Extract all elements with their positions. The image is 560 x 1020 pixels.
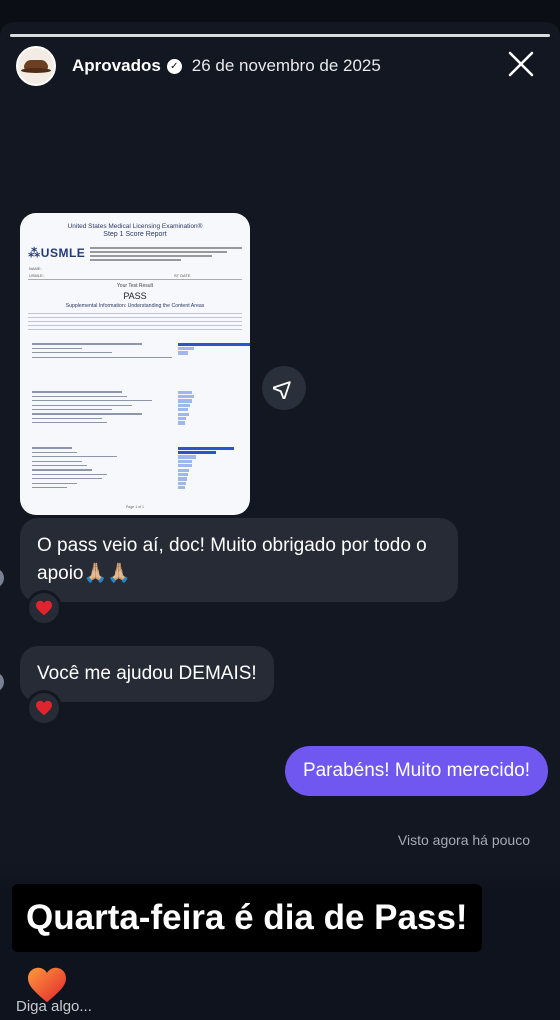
story-caption: Quarta-feira é dia de Pass! — [12, 884, 482, 952]
usmle-id-label: USMLE: — [29, 273, 44, 278]
message-reaction[interactable] — [26, 690, 62, 726]
reply-input[interactable] — [16, 998, 136, 1015]
story-progress-bar — [10, 34, 550, 37]
message-bubble[interactable]: O pass veio aí, doc! Muito obrigado por … — [20, 518, 458, 602]
report-footer: Page 1 of 1 — [126, 505, 144, 509]
divider — [28, 279, 242, 280]
test-date-label: ST DATE — [174, 273, 191, 278]
seen-status: Visto agora há pouco — [397, 832, 530, 848]
share-button[interactable] — [262, 366, 306, 410]
story-header: Aprovados ✓ 26 de novembro de 2025 — [16, 44, 548, 88]
sender-avatar — [0, 672, 4, 692]
story-date: 26 de novembro de 2025 — [191, 56, 381, 75]
score-report-image[interactable]: United States Medical Licensing Examinat… — [20, 213, 250, 515]
sender-avatar — [0, 568, 4, 588]
heart-icon — [36, 600, 52, 616]
physician-task-section — [28, 337, 250, 360]
send-icon — [273, 381, 291, 399]
hat-brim-icon — [21, 68, 51, 73]
supplemental-paragraph — [28, 313, 242, 333]
name-label: NAME: — [29, 266, 42, 271]
report-disclaimer — [90, 245, 242, 261]
discipline-section — [28, 441, 242, 490]
story-viewer: Aprovados ✓ 26 de novembro de 2025 Unite… — [0, 22, 560, 1020]
report-subtitle: Step 1 Score Report — [103, 231, 167, 238]
system-section — [28, 385, 242, 425]
report-title: United States Medical Licensing Examinat… — [67, 223, 203, 230]
message-bubble[interactable]: Você me ajudou DEMAIS! — [20, 646, 274, 702]
verified-badge-icon: ✓ — [166, 58, 182, 74]
message-reaction[interactable] — [26, 590, 62, 626]
heart-icon — [36, 700, 52, 716]
reply-bubble[interactable]: Parabéns! Muito merecido! — [284, 746, 548, 796]
result-value: PASS — [123, 291, 147, 301]
result-label: Your Test Result — [116, 283, 154, 289]
close-icon — [508, 51, 534, 77]
usmle-logo: ⁂USMLE — [28, 246, 86, 260]
supplemental-heading: Supplemental Information: Understanding … — [65, 303, 205, 309]
avatar[interactable] — [16, 46, 56, 86]
close-button[interactable] — [504, 47, 538, 81]
usmle-logo-text: USMLE — [40, 246, 86, 260]
username[interactable]: Aprovados — [72, 56, 161, 76]
